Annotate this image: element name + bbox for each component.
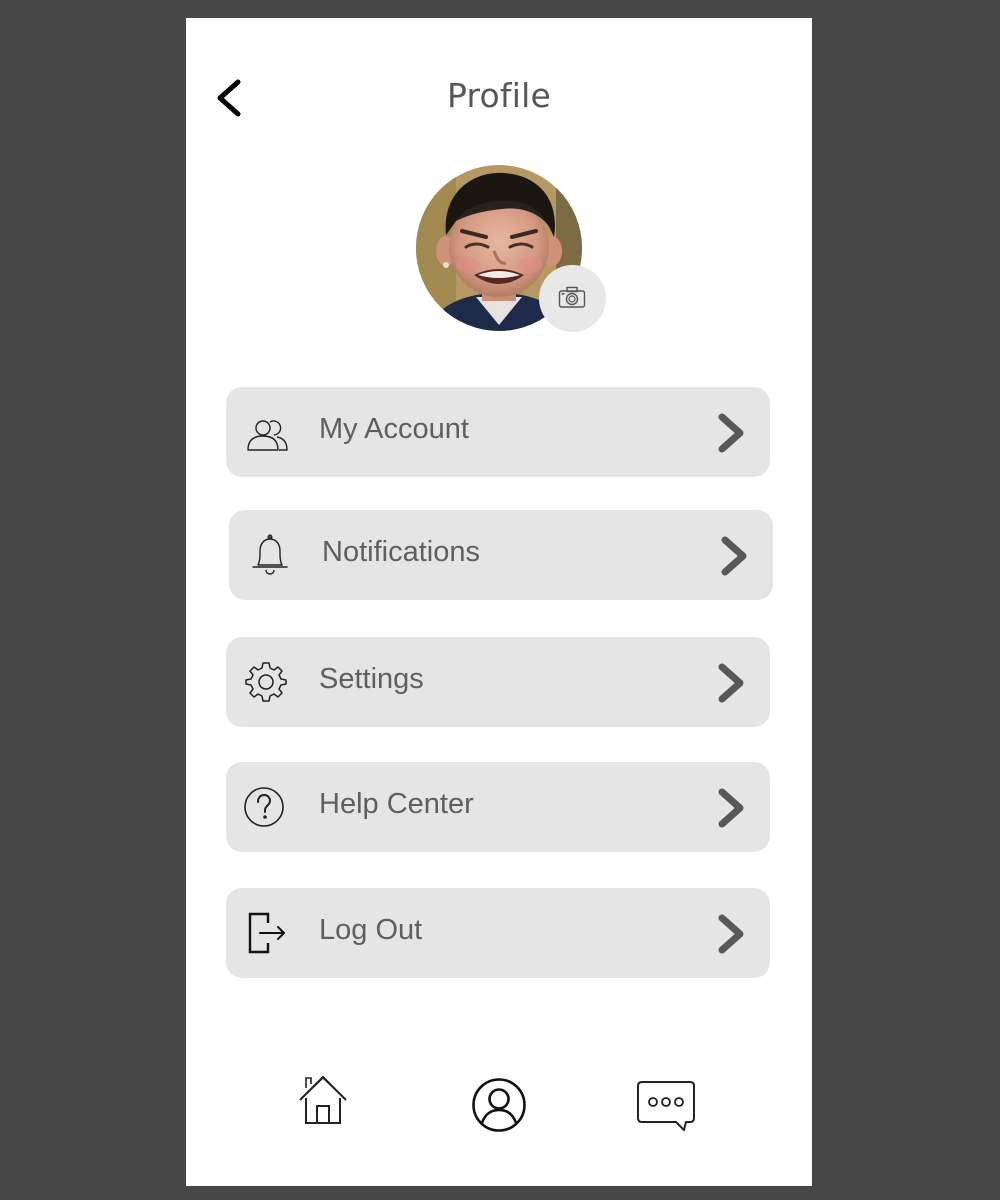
chevron-right-icon xyxy=(721,536,747,576)
chevron-right-icon xyxy=(718,914,744,954)
menu-item-notifications[interactable]: Notifications xyxy=(229,510,773,600)
user-circle-icon xyxy=(472,1078,526,1132)
chat-bubble-icon xyxy=(637,1081,695,1131)
menu-item-label: Settings xyxy=(319,663,424,695)
profile-screen: Profile My Account Notifications Setting… xyxy=(186,18,812,1186)
question-circle-icon xyxy=(244,787,284,827)
camera-icon xyxy=(558,286,586,308)
logout-icon xyxy=(248,912,285,954)
menu-item-label: Help Center xyxy=(319,788,474,820)
users-icon xyxy=(247,420,288,451)
nav-messages[interactable] xyxy=(636,1080,696,1137)
page-title: Profile xyxy=(446,76,551,115)
nav-home[interactable] xyxy=(298,1074,348,1131)
menu-item-label: My Account xyxy=(319,413,469,445)
home-icon xyxy=(299,1075,347,1124)
menu-item-label: Notifications xyxy=(322,536,480,568)
chevron-right-icon xyxy=(718,663,744,703)
gear-icon xyxy=(245,662,287,702)
chevron-right-icon xyxy=(718,413,744,453)
bell-icon xyxy=(252,534,288,575)
nav-profile[interactable] xyxy=(471,1077,527,1138)
change-photo-button[interactable] xyxy=(539,265,606,332)
menu-item-label: Log Out xyxy=(319,914,423,946)
menu-item-my-account[interactable]: My Account xyxy=(226,387,770,477)
chevron-right-icon xyxy=(718,788,744,828)
menu-item-settings[interactable]: Settings xyxy=(226,637,770,727)
menu-item-log-out[interactable]: Log Out xyxy=(226,888,770,978)
menu-item-help-center[interactable]: Help Center xyxy=(226,762,770,852)
